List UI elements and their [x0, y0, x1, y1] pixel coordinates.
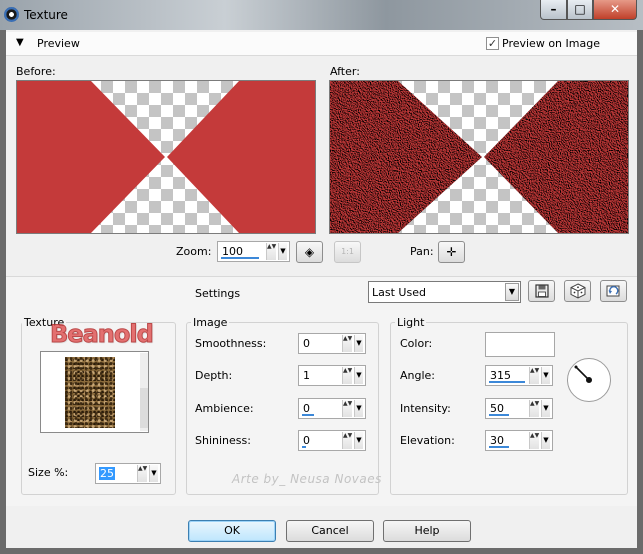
before-preview[interactable]: [16, 80, 316, 234]
light-group-title: Light: [395, 316, 427, 329]
ambience-spin-arrows-icon[interactable]: ▲▼: [342, 400, 352, 417]
angle-value-bar: [489, 381, 525, 383]
reset-defaults-button[interactable]: [600, 280, 627, 302]
zoom-one-to-one-button[interactable]: 1:1: [334, 241, 361, 263]
pan-icon: ✛: [446, 245, 457, 259]
cancel-button[interactable]: Cancel: [286, 520, 374, 542]
minimize-icon: –: [550, 2, 557, 16]
shininess-stepper[interactable]: 0 ▲▼ ▼: [298, 430, 366, 451]
angle-label: Angle:: [400, 369, 436, 382]
light-color-swatch[interactable]: [485, 332, 555, 357]
minimize-button[interactable]: –: [540, 0, 567, 20]
save-preset-button[interactable]: [528, 280, 555, 302]
preview-on-image-label[interactable]: Preview on Image: [502, 37, 600, 50]
zoom-stepper[interactable]: 100 ▲▼ ▼: [217, 241, 290, 262]
zoom-fit-icon: ◈: [304, 245, 315, 259]
angle-dropdown-icon[interactable]: ▼: [541, 367, 550, 384]
shininess-value-bar: [302, 446, 306, 448]
zoom-value-bar: [221, 257, 259, 259]
size-label: Size %:: [28, 466, 69, 479]
image-group-title: Image: [191, 316, 230, 329]
close-button[interactable]: ✕: [593, 0, 637, 20]
size-value[interactable]: 25: [99, 467, 115, 480]
settings-label: Settings: [195, 287, 241, 300]
shininess-label: Shininess:: [195, 434, 251, 447]
zoom-dropdown-icon[interactable]: ▼: [278, 243, 287, 260]
watermark: Arte by_ Neusa Novaes: [232, 472, 382, 486]
texture-logo: Beanold: [50, 320, 155, 349]
collapse-arrow-icon[interactable]: ▼: [16, 37, 24, 48]
depth-spin-arrows-icon[interactable]: ▲▼: [342, 367, 352, 384]
elevation-label: Elevation:: [400, 434, 455, 447]
after-preview[interactable]: [329, 80, 629, 234]
one-to-one-label: 1:1: [341, 247, 354, 256]
intensity-stepper[interactable]: 50 ▲▼ ▼: [485, 398, 553, 419]
elevation-value-bar: [489, 446, 509, 448]
preset-select[interactable]: Last Used ▼: [368, 281, 521, 303]
intensity-label: Intensity:: [400, 402, 451, 415]
texture-swatch[interactable]: [65, 357, 115, 428]
size-stepper[interactable]: 25 ▲▼ ▼: [95, 463, 161, 484]
randomize-button[interactable]: [564, 280, 591, 302]
ambience-dropdown-icon[interactable]: ▼: [354, 400, 363, 417]
angle-dial-needle: [574, 365, 592, 383]
help-button[interactable]: Help: [383, 520, 471, 542]
angle-spin-arrows-icon[interactable]: ▲▼: [529, 367, 539, 384]
depth-value[interactable]: 1: [303, 369, 310, 382]
smoothness-value[interactable]: 0: [303, 337, 310, 350]
ambience-value-bar: [302, 414, 314, 416]
size-spin-arrows-icon[interactable]: ▲▼: [137, 465, 147, 482]
window-title: Texture: [24, 8, 68, 22]
ok-button[interactable]: OK: [188, 520, 276, 542]
zoom-label: Zoom:: [176, 245, 212, 258]
ambience-label: Ambience:: [195, 402, 254, 415]
ambience-stepper[interactable]: 0 ▲▼ ▼: [298, 398, 366, 419]
depth-stepper[interactable]: 1 ▲▼ ▼: [298, 365, 366, 386]
smoothness-dropdown-icon[interactable]: ▼: [354, 335, 363, 352]
save-icon: [534, 284, 549, 298]
reset-icon: [606, 285, 619, 297]
color-label: Color:: [400, 337, 433, 350]
smoothness-label: Smoothness:: [195, 337, 267, 350]
preview-on-image-checkbox[interactable]: ✓: [486, 37, 499, 50]
before-preview-image: [17, 81, 315, 233]
intensity-value-bar: [489, 414, 509, 416]
pan-button[interactable]: ✛: [438, 241, 465, 263]
intensity-spin-arrows-icon[interactable]: ▲▼: [529, 400, 539, 417]
shininess-dropdown-icon[interactable]: ▼: [354, 432, 363, 449]
close-icon: ✕: [609, 2, 621, 16]
texture-scrollbar-thumb[interactable]: [140, 388, 148, 428]
maximize-icon: □: [574, 2, 586, 16]
zoom-spin-arrows-icon[interactable]: ▲▼: [266, 243, 276, 260]
app-icon: [4, 7, 19, 22]
smoothness-stepper[interactable]: 0 ▲▼ ▼: [298, 333, 366, 354]
angle-stepper[interactable]: 315 ▲▼ ▼: [485, 365, 553, 386]
dice-icon: [570, 283, 585, 299]
depth-dropdown-icon[interactable]: ▼: [354, 367, 363, 384]
after-label: After:: [330, 65, 360, 78]
size-dropdown-icon[interactable]: ▼: [149, 465, 158, 482]
zoom-fit-button[interactable]: ◈: [296, 241, 323, 263]
smoothness-spin-arrows-icon[interactable]: ▲▼: [342, 335, 352, 352]
pan-label: Pan:: [410, 245, 434, 258]
depth-label: Depth:: [195, 369, 233, 382]
elevation-stepper[interactable]: 30 ▲▼ ▼: [485, 430, 553, 451]
intensity-dropdown-icon[interactable]: ▼: [541, 400, 550, 417]
elevation-spin-arrows-icon[interactable]: ▲▼: [529, 432, 539, 449]
maximize-button[interactable]: □: [567, 0, 593, 20]
preset-dropdown-icon[interactable]: ▼: [505, 283, 519, 301]
after-preview-image: [330, 81, 628, 233]
preview-section-label[interactable]: Preview: [37, 37, 80, 50]
preset-value: Last Used: [372, 286, 426, 299]
before-label: Before:: [16, 65, 56, 78]
angle-dial[interactable]: [567, 358, 611, 402]
shininess-spin-arrows-icon[interactable]: ▲▼: [342, 432, 352, 449]
elevation-dropdown-icon[interactable]: ▼: [541, 432, 550, 449]
